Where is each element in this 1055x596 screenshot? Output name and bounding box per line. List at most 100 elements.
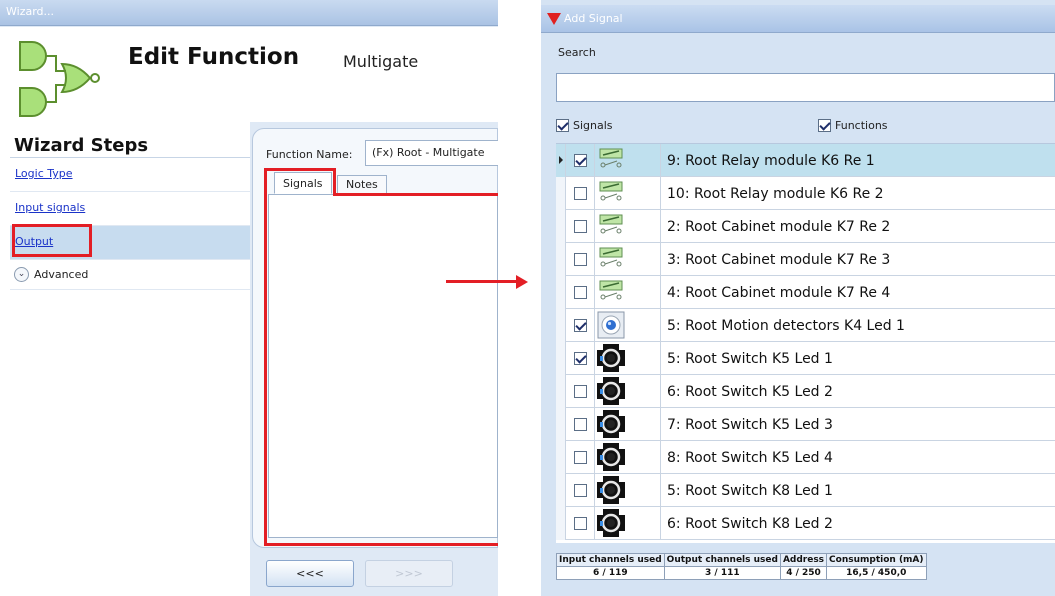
signals-content-highlight-top	[334, 193, 498, 196]
row-indicator	[556, 474, 566, 507]
functions-checkbox[interactable]	[818, 118, 831, 132]
table-row[interactable]: 5: Root Switch K8 Led 1	[556, 474, 1055, 507]
add-signal-window: Add Signal Search Signals Functions 9: R…	[541, 0, 1055, 596]
tab-signals[interactable]: Signals	[274, 172, 332, 194]
status-value-address: 4 / 250	[779, 566, 828, 580]
table-row[interactable]: 7: Root Switch K5 Led 3	[556, 408, 1055, 441]
row-checkbox-cell	[567, 507, 595, 540]
motion-detector-icon	[597, 311, 625, 342]
row-name: 3: Root Cabinet module K7 Re 3	[667, 252, 891, 268]
output-step-highlight	[12, 224, 92, 257]
filter-signals-label: Signals	[573, 118, 613, 132]
signals-tab-content[interactable]	[268, 194, 498, 538]
row-checkbox-cell	[567, 210, 595, 243]
row-icon-cell	[596, 375, 661, 408]
row-indicator	[556, 408, 566, 441]
status-header-output: Output channels used	[663, 553, 781, 567]
row-checkbox[interactable]	[574, 418, 587, 431]
row-checkbox[interactable]	[574, 253, 587, 266]
row-icon-cell	[596, 309, 661, 342]
row-name: 5: Root Motion detectors K4 Led 1	[667, 318, 905, 334]
row-indicator	[556, 144, 566, 177]
add-signal-window-title: Add Signal	[564, 12, 623, 25]
next-button[interactable]: >>>	[365, 560, 453, 587]
row-checkbox[interactable]	[574, 385, 587, 398]
table-row[interactable]: 6: Root Switch K5 Led 2	[556, 375, 1055, 408]
row-checkbox-cell	[567, 408, 595, 441]
page-title: Edit Function	[128, 44, 300, 70]
relay-icon	[597, 146, 625, 175]
relay-icon	[597, 212, 625, 241]
status-value-consumption: 16,5 / 450,0	[826, 566, 927, 580]
switch-led-icon	[597, 509, 625, 540]
row-checkbox-cell	[567, 375, 595, 408]
row-checkbox[interactable]	[574, 517, 587, 530]
switch-led-icon	[597, 344, 625, 375]
row-checkbox-cell	[567, 309, 595, 342]
function-name-label: Function Name:	[266, 148, 353, 161]
signals-content-highlight-left	[264, 193, 267, 546]
row-checkbox[interactable]	[574, 352, 587, 365]
step-link-logic-type[interactable]: Logic Type	[15, 167, 73, 180]
table-row[interactable]: 4: Root Cabinet module K7 Re 4	[556, 276, 1055, 309]
filter-functions[interactable]: Functions	[818, 118, 888, 132]
row-name: 6: Root Switch K5 Led 2	[667, 384, 833, 400]
table-row[interactable]: 5: Root Switch K5 Led 1	[556, 342, 1055, 375]
row-name: 9: Root Relay module K6 Re 1	[667, 153, 875, 169]
step-input-signals[interactable]: Input signals	[10, 192, 250, 226]
row-checkbox[interactable]	[574, 154, 587, 167]
row-icon-cell	[596, 243, 661, 276]
row-icon-cell	[596, 408, 661, 441]
switch-led-icon	[597, 443, 625, 474]
step-logic-type[interactable]: Logic Type	[10, 158, 250, 192]
row-checkbox[interactable]	[574, 220, 587, 233]
row-checkbox[interactable]	[574, 451, 587, 464]
chevron-down-icon[interactable]: ⌄	[14, 267, 29, 282]
table-row[interactable]: 2: Root Cabinet module K7 Re 2	[556, 210, 1055, 243]
row-indicator	[556, 210, 566, 243]
wizard-titlebar: Wizard...	[0, 0, 498, 26]
status-header-input: Input channels used	[556, 553, 665, 567]
step-link-input-signals[interactable]: Input signals	[15, 201, 85, 214]
row-icon-cell	[596, 144, 661, 177]
row-checkbox[interactable]	[574, 319, 587, 332]
relay-icon	[597, 278, 625, 307]
arrow-line	[446, 280, 520, 283]
table-row[interactable]: 5: Root Motion detectors K4 Led 1	[556, 309, 1055, 342]
row-checkbox[interactable]	[574, 286, 587, 299]
status-value-output: 3 / 111	[663, 566, 781, 580]
status-header-consumption: Consumption (mA)	[826, 553, 927, 567]
row-checkbox[interactable]	[574, 187, 587, 200]
table-row[interactable]: 6: Root Switch K8 Led 2	[556, 507, 1055, 540]
search-input[interactable]	[556, 73, 1055, 102]
row-checkbox-cell	[567, 441, 595, 474]
row-checkbox-cell	[567, 177, 595, 210]
row-icon-cell	[596, 507, 661, 540]
row-name: 5: Root Switch K5 Led 1	[667, 351, 833, 367]
tab-notes[interactable]: Notes	[337, 175, 387, 194]
function-name-input[interactable]: (Fx) Root - Multigate	[365, 140, 498, 166]
switch-led-icon	[597, 410, 625, 441]
advanced-expander[interactable]: ⌄ Advanced	[10, 260, 250, 290]
table-row[interactable]: 3: Root Cabinet module K7 Re 3	[556, 243, 1055, 276]
row-checkbox-cell	[567, 342, 595, 375]
row-checkbox-cell	[567, 144, 595, 177]
relay-icon	[597, 179, 625, 208]
filter-functions-label: Functions	[835, 118, 888, 132]
table-row[interactable]: 8: Root Switch K5 Led 4	[556, 441, 1055, 474]
row-indicator	[556, 441, 566, 474]
row-name: 4: Root Cabinet module K7 Re 4	[667, 285, 891, 301]
row-icon-cell	[596, 342, 661, 375]
previous-button[interactable]: <<<	[266, 560, 354, 587]
function-type-label: Multigate	[343, 52, 419, 71]
wizard-steps-title: Wizard Steps	[14, 135, 149, 156]
row-checkbox[interactable]	[574, 484, 587, 497]
table-row[interactable]: 10: Root Relay module K6 Re 2	[556, 177, 1055, 210]
signals-grid: 9: Root Relay module K6 Re 1 10: Root Rel…	[556, 143, 1055, 543]
row-name: 7: Root Switch K5 Led 3	[667, 417, 833, 433]
row-icon-cell	[596, 474, 661, 507]
signals-checkbox[interactable]	[556, 118, 569, 132]
table-row[interactable]: 9: Root Relay module K6 Re 1	[556, 144, 1055, 177]
row-name: 8: Root Switch K5 Led 4	[667, 450, 833, 466]
filter-signals[interactable]: Signals	[556, 118, 613, 132]
